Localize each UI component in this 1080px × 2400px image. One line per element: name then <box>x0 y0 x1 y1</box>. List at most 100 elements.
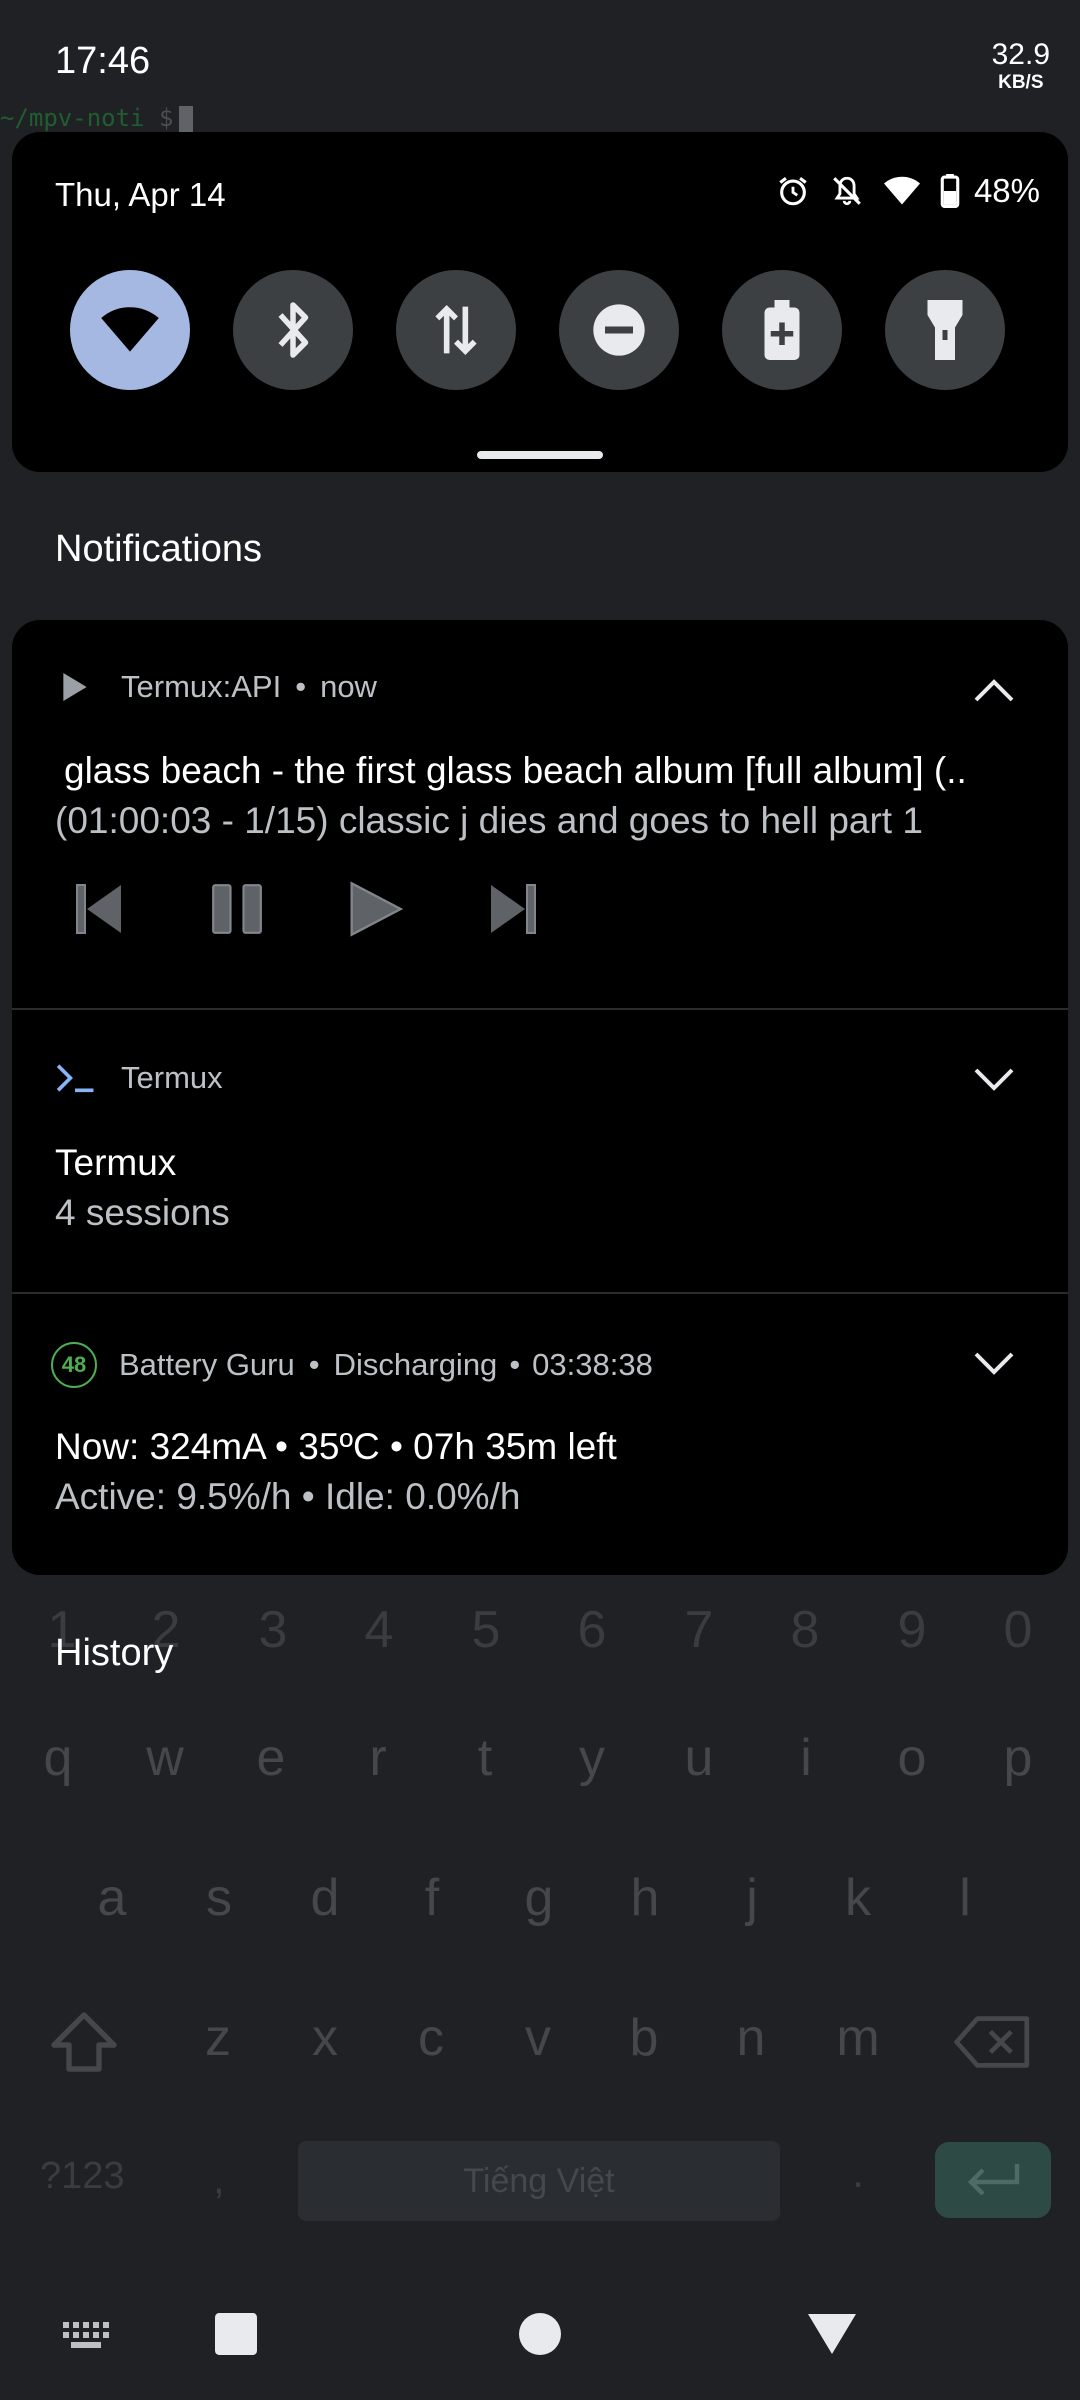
key-c: c <box>418 2009 444 2067</box>
collapse-button[interactable] <box>970 666 1018 714</box>
comma-key: , <box>213 2155 225 2202</box>
do-not-disturb-tile[interactable] <box>559 270 679 390</box>
notifications-off-icon <box>830 174 864 208</box>
media-app-name: Termux:API <box>121 669 282 704</box>
previous-button[interactable] <box>64 876 134 942</box>
mobile-data-tile[interactable] <box>396 270 516 390</box>
key-0: 0 <box>1003 1601 1033 1659</box>
backspace-icon <box>954 2016 1030 2068</box>
bluetooth-icon <box>278 302 309 358</box>
chevron-down-icon <box>974 1352 1014 1375</box>
battery-guru-badge-text: 48 <box>61 1352 87 1377</box>
key-5: 5 <box>471 1601 501 1659</box>
flashlight-icon <box>927 300 963 360</box>
battery-icon <box>940 174 960 208</box>
battery-guru-status: Discharging <box>333 1347 498 1382</box>
previous-icon <box>76 884 121 934</box>
flashlight-tile[interactable] <box>885 270 1005 390</box>
symbols-key: ?123 <box>40 2155 125 2197</box>
expand-button[interactable] <box>970 1340 1018 1388</box>
key-h: h <box>630 1869 660 1927</box>
chevron-down-icon <box>974 1068 1014 1091</box>
key-a: a <box>97 1869 127 1927</box>
key-r: r <box>369 1729 387 1787</box>
notification-divider <box>12 1008 1068 1010</box>
media-time: now <box>320 669 377 704</box>
expand-button[interactable] <box>970 1056 1018 1104</box>
backspace-key <box>953 2016 1033 2073</box>
key-8: 8 <box>790 1601 820 1659</box>
status-time: 17:46 <box>55 40 151 82</box>
battery-guru-app-name: Battery Guru <box>119 1347 295 1382</box>
key-l: l <box>959 1869 971 1927</box>
key-s: s <box>206 1869 232 1927</box>
qs-date[interactable]: Thu, Apr 14 <box>55 176 226 214</box>
battery-saver-icon <box>764 300 800 360</box>
key-v: v <box>525 2009 551 2067</box>
home-button[interactable] <box>516 2310 564 2358</box>
key-p: p <box>1003 1729 1033 1787</box>
key-g: g <box>524 1869 554 1927</box>
play-icon <box>350 881 403 937</box>
key-b: b <box>629 2009 659 2067</box>
alarm-icon <box>776 174 810 208</box>
home-icon <box>519 2313 561 2355</box>
terminal-prompt: ~/mpv-noti $ <box>0 104 194 132</box>
key-4: 4 <box>364 1601 394 1659</box>
separator-dot: • <box>509 1347 521 1382</box>
wifi-icon <box>883 176 920 206</box>
media-notification-header[interactable]: Termux:API • now <box>55 667 377 707</box>
key-w: w <box>146 1729 184 1787</box>
separator-dot: • <box>295 669 307 704</box>
battery-guru-time: 03:38:38 <box>532 1347 653 1382</box>
back-icon <box>808 2314 856 2354</box>
chevron-up-icon <box>974 679 1014 702</box>
net-speed-value: 32.9 <box>991 38 1050 71</box>
wifi-icon <box>101 307 159 352</box>
termux-sessions: 4 sessions <box>55 1192 230 1233</box>
key-9: 9 <box>897 1601 927 1659</box>
recents-button[interactable] <box>212 2310 260 2358</box>
bluetooth-tile[interactable] <box>233 270 353 390</box>
key-x: x <box>312 2009 338 2067</box>
play-small-icon <box>55 667 95 707</box>
keyboard-switch-button[interactable] <box>58 2316 114 2356</box>
play-button[interactable] <box>340 876 410 942</box>
space-key-label: Tiếng Việt <box>463 2161 615 2200</box>
termux-notification-header[interactable]: Termux <box>55 1058 223 1098</box>
do-not-disturb-icon <box>593 304 645 356</box>
shift-icon <box>51 2012 117 2072</box>
next-button[interactable] <box>478 876 548 942</box>
key-m: m <box>836 2009 880 2067</box>
key-n: n <box>736 2009 766 2067</box>
net-speed-unit: KB/S <box>998 72 1044 93</box>
next-icon <box>491 884 536 934</box>
battery-guru-notification-header[interactable]: 48 Battery Guru • Discharging • 03:38:38 <box>51 1342 653 1388</box>
qs-drag-handle[interactable] <box>477 451 603 459</box>
pause-button[interactable] <box>202 876 272 942</box>
enter-key <box>935 2142 1051 2218</box>
battery-guru-title: Now: 324mA • 35ºC • 07h 35m left <box>55 1426 617 1467</box>
recents-icon <box>215 2313 257 2355</box>
terminal-cursor <box>179 106 194 132</box>
key-q: q <box>43 1729 73 1787</box>
key-o: o <box>897 1729 927 1787</box>
terminal-icon <box>55 1058 95 1098</box>
net-speed-indicator: 32.9 KB/S <box>991 38 1050 93</box>
key-f: f <box>424 1869 440 1927</box>
shift-key <box>48 2012 120 2077</box>
battery-guru-badge: 48 <box>51 1342 97 1388</box>
back-button[interactable] <box>806 2310 858 2358</box>
wifi-tile[interactable] <box>70 270 190 390</box>
history-button[interactable]: History <box>55 1632 173 1675</box>
key-t: t <box>477 1729 493 1787</box>
pause-icon <box>212 884 262 934</box>
media-title: glass beach - the first glass beach albu… <box>64 750 967 791</box>
battery-saver-tile[interactable] <box>722 270 842 390</box>
terminal-prompt-symbol: $ <box>158 104 174 132</box>
terminal-path: ~/mpv-noti <box>0 104 145 132</box>
key-6: 6 <box>577 1601 607 1659</box>
key-i: i <box>800 1729 812 1787</box>
separator-dot: • <box>308 1347 320 1382</box>
period-key: . <box>852 2148 865 2197</box>
